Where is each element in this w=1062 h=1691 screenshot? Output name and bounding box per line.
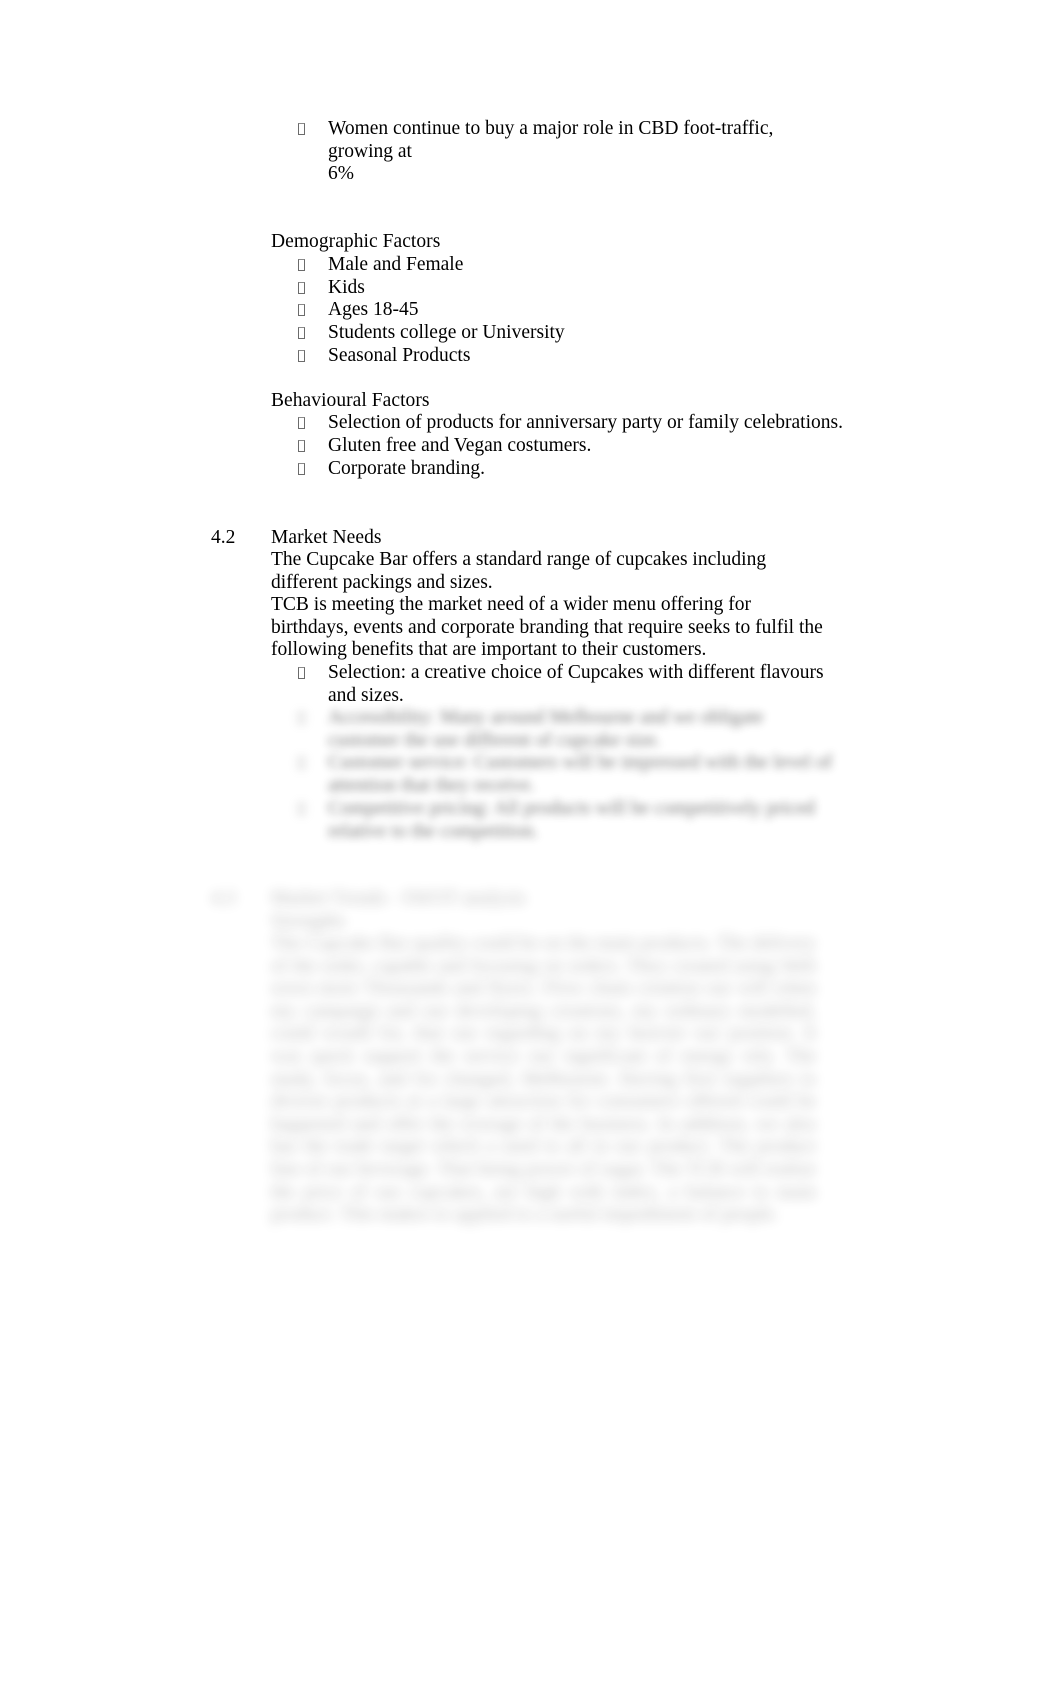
redacted-line: customer the use different of cupcake si… <box>328 729 661 751</box>
demographic-factors-heading: Demographic Factors <box>271 231 441 252</box>
redacted-list-item-label: Competitive pricing: All products will b… <box>328 798 815 843</box>
redacted-line: Competitive pricing: All products will b… <box>328 798 815 819</box>
bullet-marker-icon <box>298 254 309 277</box>
bullet-marker-icon <box>298 798 309 821</box>
bullet-marker-icon <box>298 435 309 458</box>
list-item-label: Kids <box>328 277 365 298</box>
section-number-4-2: 4.2 <box>211 527 236 548</box>
document-page: Women continue to buy a major role in CB… <box>0 0 1062 1691</box>
list-item-label: Corporate branding. <box>328 458 486 479</box>
bullet-marker-icon <box>298 707 309 730</box>
bullet-marker-icon <box>298 752 309 775</box>
redacted-line: sown more Thousands and flyers. <box>271 978 538 1000</box>
list-item-label: Gluten free and Vegan costumers. <box>328 435 592 456</box>
bullet-marker-icon <box>298 277 309 300</box>
list-item-label: Selection: a creative choice of Cupcakes… <box>328 662 824 707</box>
redacted-line: the order, capable and focusing on order… <box>292 955 816 977</box>
bullet-marker-icon <box>298 299 309 322</box>
list-item-label: Seasonal Products <box>328 345 471 366</box>
redacted-list-item-label: Accessibility: Many around Melbourne and… <box>328 707 763 752</box>
redacted-section-title: Market Trends - SWOT analysis <box>271 888 526 909</box>
paragraph-line: packings and sizes. <box>342 571 493 593</box>
redacted-line: Customer service: Customers will be impr… <box>328 752 833 773</box>
bullet-marker-icon <box>298 662 309 685</box>
bullet-marker-icon <box>298 412 309 435</box>
bullet-marker-icon <box>298 458 309 481</box>
redacted-line: Accessibility: Many around Melbourne and… <box>328 707 764 728</box>
list-item-label: Women continue to buy a major role in CB… <box>328 118 838 186</box>
list-item-line: and sizes. <box>328 684 404 706</box>
market-needs-paragraph-1: The Cupcake Bar offers a standard range … <box>271 549 831 594</box>
bullet-marker-icon <box>298 118 309 141</box>
redacted-list-item-label: Customer service: Customers will be impr… <box>328 752 832 797</box>
list-item-label: Students college or University <box>328 322 565 343</box>
list-item-label: Ages 18-45 <box>328 299 419 320</box>
redacted-paragraph: The Cupcake Bar quality could be on the … <box>271 933 816 1227</box>
list-item-line: Women continue to buy a major role in CB… <box>328 118 774 162</box>
redacted-line: to applied to a useful impediment of peo… <box>434 1204 779 1226</box>
list-item-line: Selection: a creative choice of Cupcakes… <box>328 662 824 683</box>
redacted-line: attention that they receive. <box>328 774 535 796</box>
redacted-section-number: 4.3 <box>211 888 236 909</box>
list-item-label: Selection of products for anniversary pa… <box>328 412 843 433</box>
list-item-label: Male and Female <box>328 254 464 275</box>
bullet-marker-icon <box>298 345 309 368</box>
behavioural-factors-heading: Behavioural Factors <box>271 390 430 411</box>
bullet-marker-icon <box>298 322 309 345</box>
paragraph-line: benefits that are important to their cus… <box>351 639 707 661</box>
list-item-line: 6% <box>328 163 354 185</box>
redacted-subheading: Strengths <box>271 911 346 932</box>
section-title-market-needs: Market Needs <box>271 527 382 548</box>
market-needs-paragraph-2: TCB is meeting the market need of a wide… <box>271 594 831 662</box>
redacted-line: relative to the competition. <box>328 820 539 842</box>
